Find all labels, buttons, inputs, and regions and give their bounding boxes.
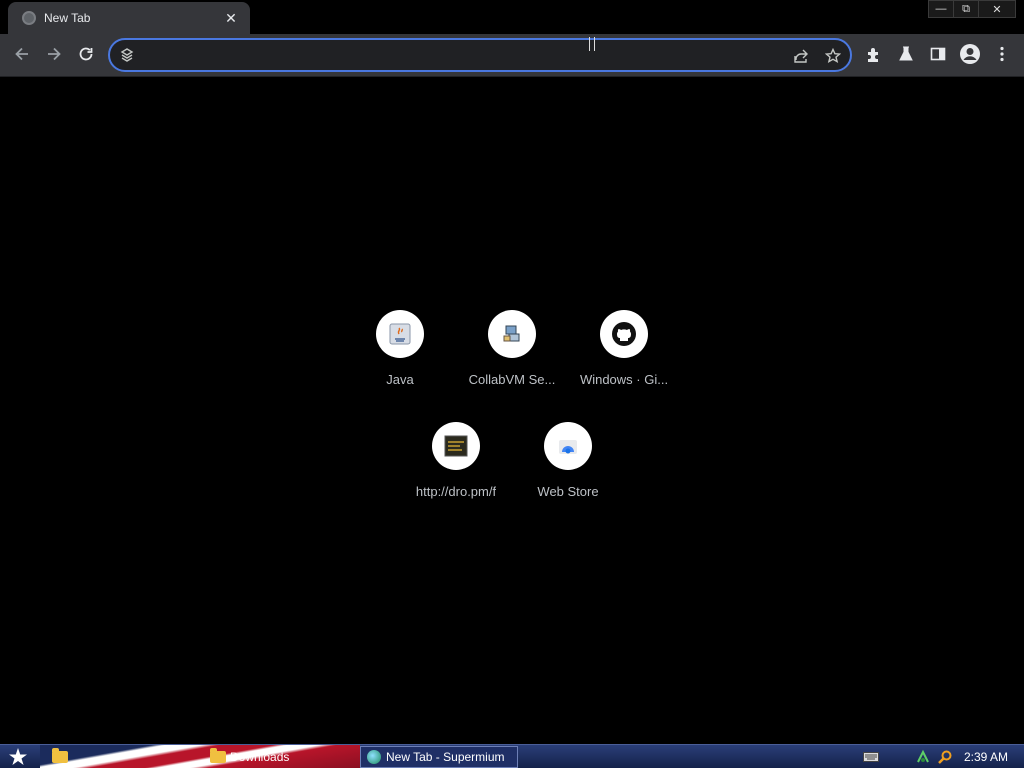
web-store-icon [544,422,592,470]
bookmark-star-icon[interactable] [824,47,842,65]
shortcut-label: CollabVM Se... [468,372,556,387]
text-cursor-indicator [589,37,595,51]
back-button[interactable] [8,40,36,68]
toolbar [0,34,1024,77]
star-icon [9,748,27,765]
side-panel-icon[interactable] [926,42,950,66]
reload-button[interactable] [72,40,100,68]
github-icon [600,310,648,358]
shortcut-label: Web Store [537,484,599,499]
labs-flask-icon[interactable] [894,42,918,66]
menu-kebab-icon[interactable] [990,42,1014,66]
profile-avatar-icon[interactable] [958,42,982,66]
tab-strip: New Tab ✕ — ⧉ ✕ [0,0,1024,34]
collabvm-icon [488,310,536,358]
address-input[interactable] [142,44,782,66]
globe-icon [22,11,36,25]
forward-button[interactable] [40,40,68,68]
shortcut-label: Windows · Gi... [579,372,669,387]
close-window-button[interactable]: ✕ [978,0,1016,18]
browser-icon [367,750,381,764]
search-icon[interactable] [936,748,954,766]
network-icon[interactable] [914,748,932,766]
minimize-button[interactable]: — [928,0,954,18]
shortcut-dro-pm[interactable]: http://dro.pm/f [400,412,512,512]
folder-icon [52,748,68,763]
restore-button[interactable]: ⧉ [953,0,979,18]
system-tray: 2:39 AM [860,745,1024,768]
new-tab-page: Java CollabVM Se... Windows · Gi... http… [0,78,1024,744]
taskbar: Downloads New Tab - Supermium 2:39 AM [0,744,1024,768]
taskbar-item-browser[interactable]: New Tab - Supermium [360,746,518,768]
extensions-icon[interactable] [862,42,886,66]
omnibox[interactable] [108,38,852,72]
shortcut-github[interactable]: Windows · Gi... [568,300,680,400]
forward-arrow-icon [48,47,61,61]
start-button[interactable] [4,746,32,768]
back-arrow-icon [15,47,28,61]
folder-icon [210,748,226,763]
share-icon[interactable] [792,47,810,65]
dro-pm-icon [432,422,480,470]
shortcut-label: Java [386,372,414,387]
reload-icon [79,47,93,61]
tab-title: New Tab [44,11,91,25]
taskbar-item-label: New Tab - Supermium [386,750,505,764]
shortcut-web-store[interactable]: Web Store [512,412,624,512]
shortcut-label: http://dro.pm/f [415,484,497,499]
tab-new-tab[interactable]: New Tab ✕ [8,2,250,34]
shortcut-java[interactable]: Java [344,300,456,400]
taskbar-item-label: Downloads [230,750,290,764]
taskbar-item-downloads[interactable]: Downloads [204,746,289,768]
keyboard-icon[interactable] [862,748,880,766]
taskbar-folder-shortcut[interactable] [46,746,72,768]
window-controls: — ⧉ ✕ [928,0,1016,18]
tab-close-button[interactable]: ✕ [222,9,240,27]
search-engine-icon [120,48,134,62]
clock: 2:39 AM [963,749,1008,764]
taskbar-flag-decoration [40,745,360,768]
java-icon [376,310,424,358]
shortcut-collabvm[interactable]: CollabVM Se... [456,300,568,400]
